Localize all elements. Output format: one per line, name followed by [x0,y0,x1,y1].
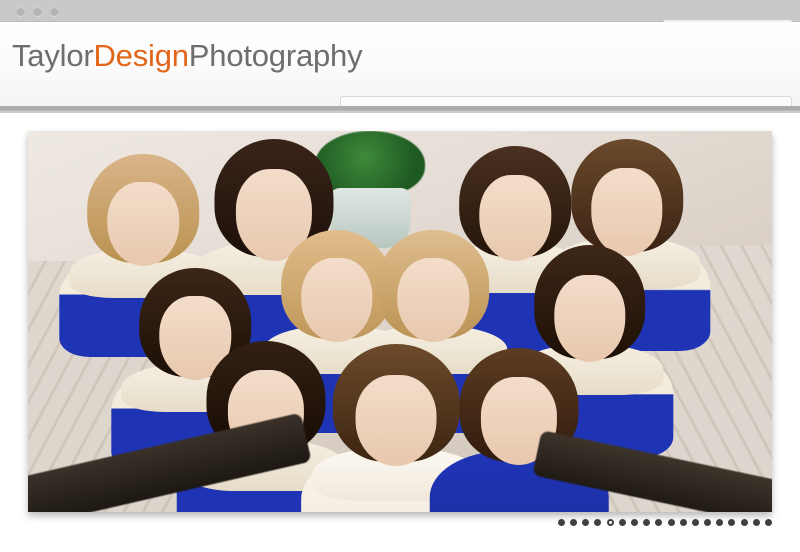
slide-dot[interactable] [618,519,626,526]
header-divider [0,106,800,113]
bridesmaid-figure [429,348,609,512]
logo-part-photography: Photography [188,38,363,73]
wedding-party-photo [28,131,772,512]
slide-dot[interactable] [704,519,712,526]
figure-face [591,167,663,256]
slide-dot[interactable] [655,519,663,526]
logo-part-taylor: Taylor [12,38,94,73]
minimize-window-button[interactable] [33,7,42,16]
window-traffic-lights [16,7,59,16]
slide-dot[interactable] [679,519,687,526]
figure-face [397,258,470,343]
slide-dot[interactable] [594,519,602,526]
slide-dot[interactable] [752,519,760,526]
site-logo[interactable]: TaylorDesignPhotography [12,38,363,73]
browser-window: Cart Sign In TaylorDesignPhotography Hom… [0,0,800,552]
slide-dot[interactable] [630,519,638,526]
slide-dot[interactable] [691,519,699,526]
slide-dot[interactable] [740,519,748,526]
zoom-window-button[interactable] [50,7,59,16]
slide-dot[interactable] [570,519,577,526]
site-header: TaylorDesignPhotography Home Contact pho… [0,22,800,128]
close-window-button[interactable] [16,7,25,16]
logo-part-design: Design [93,38,189,73]
figure-face [107,181,180,266]
figure-face [301,258,373,343]
slide-dot[interactable] [582,519,590,526]
slide-dot[interactable] [643,519,651,526]
slideshow-pagination [557,519,772,526]
titlebar-surface [8,0,800,21]
page-content [0,113,800,552]
slide-dot[interactable] [667,519,675,526]
bride-face [355,374,437,467]
slide-dot[interactable] [728,519,736,526]
slide-dot[interactable] [765,519,772,526]
slide-dot-active[interactable] [606,519,614,526]
slide-dot[interactable] [716,519,724,526]
slide-dot[interactable] [557,519,565,526]
hero-slideshow-image[interactable] [28,131,772,512]
window-titlebar [0,0,800,22]
